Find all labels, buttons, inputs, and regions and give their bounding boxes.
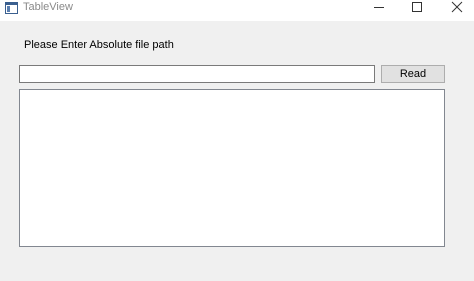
maximize-button[interactable] <box>400 0 434 15</box>
maximize-icon <box>412 2 422 12</box>
close-icon <box>451 1 463 13</box>
minimize-icon <box>374 7 384 8</box>
file-path-prompt-label: Please Enter Absolute file path <box>24 39 174 51</box>
file-path-input[interactable] <box>19 65 375 83</box>
minimize-button[interactable] <box>362 0 396 15</box>
app-window-icon[interactable] <box>5 1 18 14</box>
close-button[interactable] <box>440 0 474 15</box>
table-view[interactable] <box>19 89 445 247</box>
read-button[interactable]: Read <box>381 65 445 83</box>
app-window: TableView Please Enter Absolute file pat… <box>0 0 474 281</box>
title-bar[interactable]: TableView <box>0 0 474 21</box>
window-title: TableView <box>23 1 73 13</box>
